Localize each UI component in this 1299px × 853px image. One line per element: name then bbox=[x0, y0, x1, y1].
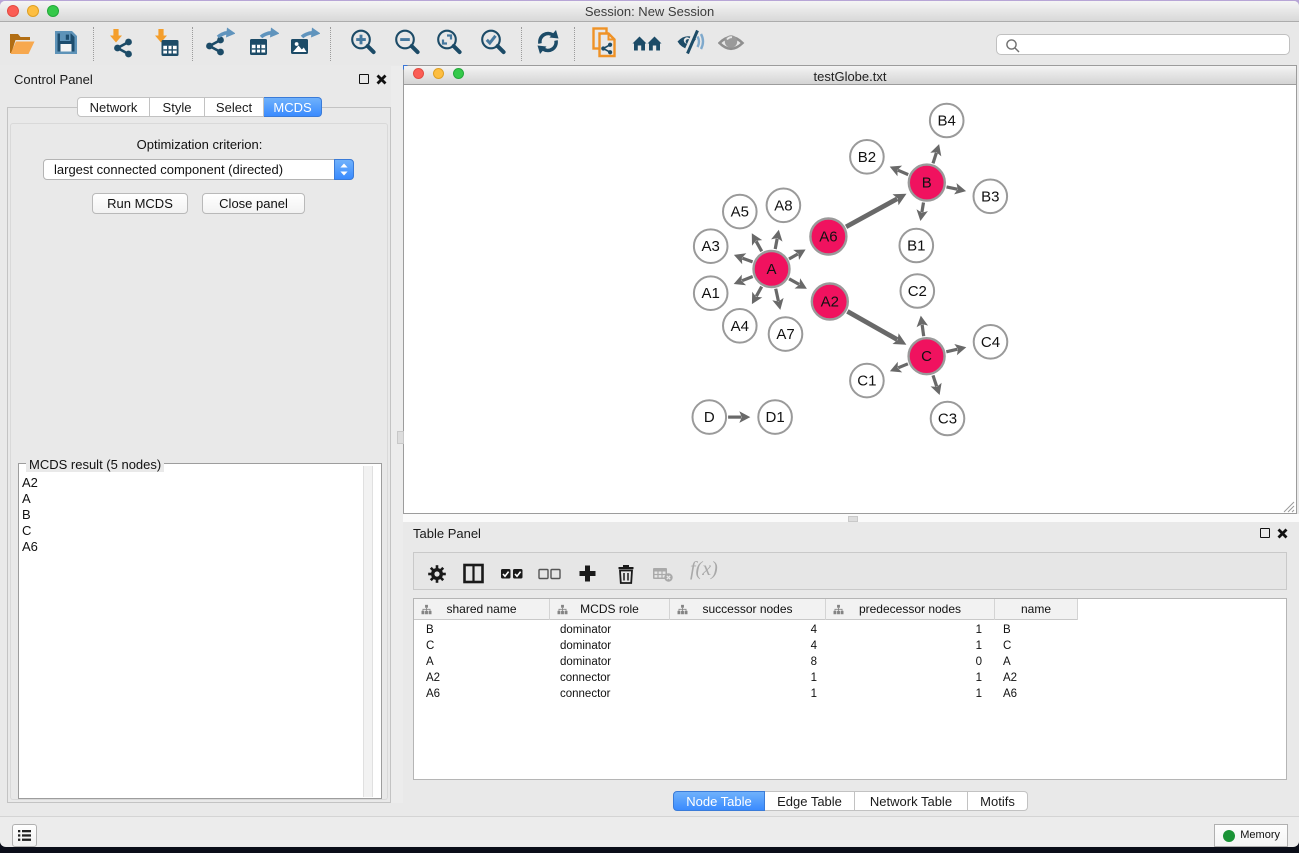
svg-text:B4: B4 bbox=[938, 113, 956, 130]
svg-text:A2: A2 bbox=[821, 294, 839, 311]
svg-text:C4: C4 bbox=[981, 334, 1000, 351]
svg-text:B1: B1 bbox=[907, 238, 925, 255]
svg-text:B2: B2 bbox=[858, 149, 876, 166]
svg-text:B3: B3 bbox=[981, 188, 999, 205]
svg-text:A6: A6 bbox=[819, 229, 837, 246]
svg-text:A4: A4 bbox=[731, 318, 749, 335]
svg-text:A7: A7 bbox=[776, 326, 794, 343]
svg-text:A5: A5 bbox=[731, 204, 749, 221]
svg-text:A: A bbox=[766, 261, 776, 278]
svg-text:C1: C1 bbox=[857, 373, 876, 390]
svg-text:A8: A8 bbox=[774, 197, 792, 214]
svg-text:A3: A3 bbox=[702, 238, 720, 255]
svg-text:C3: C3 bbox=[938, 411, 957, 428]
svg-text:D1: D1 bbox=[766, 409, 785, 426]
svg-text:B: B bbox=[922, 175, 932, 192]
svg-text:C2: C2 bbox=[908, 283, 927, 300]
svg-text:C: C bbox=[921, 348, 932, 365]
svg-text:D: D bbox=[704, 409, 715, 426]
svg-text:A1: A1 bbox=[702, 285, 720, 302]
